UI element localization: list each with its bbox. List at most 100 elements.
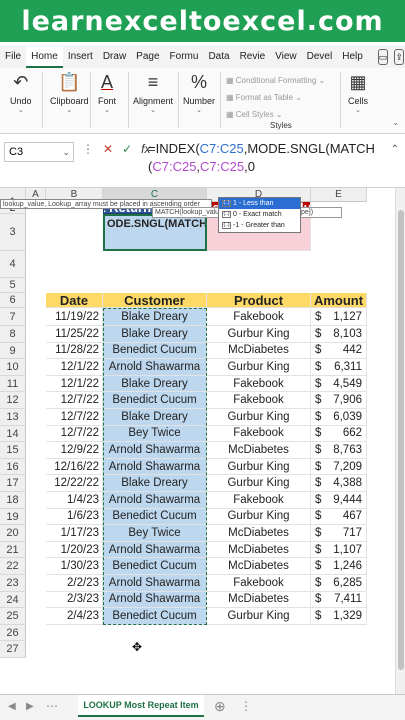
date-cell[interactable]: 11/25/22 (46, 326, 103, 343)
more-sheets-icon[interactable]: ⋮ (240, 699, 252, 713)
row-header[interactable]: 26 (0, 624, 26, 642)
amount-cell[interactable]: $6,039 (311, 409, 367, 426)
amount-cell[interactable]: $7,411 (311, 591, 367, 609)
amount-cell[interactable]: $442 (311, 342, 367, 360)
font-group[interactable]: A Font ⌄ (98, 70, 116, 114)
tab-data[interactable]: Data (203, 46, 234, 68)
product-cell[interactable]: Gurbur King (207, 326, 311, 343)
scrollbar-thumb[interactable] (398, 210, 404, 670)
row-header[interactable]: 4 (0, 251, 26, 278)
customer-cell[interactable]: Arnold Shawarma (103, 359, 207, 376)
cancel-icon[interactable]: ✕ (103, 142, 113, 156)
product-cell[interactable]: Gurbur King (207, 409, 311, 426)
clipboard-group[interactable]: 📋 Clipboard ⌄ (50, 70, 89, 114)
customer-cell[interactable]: Blake Dreary (103, 308, 207, 326)
customer-cell[interactable]: Benedict Cucum (103, 342, 207, 360)
prev-sheet-icon[interactable]: ◀ (8, 701, 16, 712)
date-cell[interactable]: 12/7/22 (46, 425, 103, 443)
formula-input[interactable]: =INDEX(C7:C25,MODE.SNGL(MATCH(C7:C25,C7:… (148, 140, 383, 176)
amount-cell[interactable]: $467 (311, 508, 367, 526)
sheet-tab[interactable]: LOOKUP Most Repeat Item (78, 695, 204, 717)
customer-cell[interactable]: Arnold Shawarma (103, 541, 207, 559)
tab-formu[interactable]: Formu (165, 46, 204, 68)
add-sheet-icon[interactable]: ⊕ (214, 698, 226, 715)
row-header[interactable]: 11 (0, 375, 26, 393)
customer-cell[interactable]: Bey Twice (103, 425, 207, 443)
ribbon-collapse-icon[interactable]: ⌄ (392, 118, 399, 127)
amount-cell[interactable]: $4,549 (311, 375, 367, 393)
spreadsheet-grid[interactable]: ABCDE12345678910111213141516171819202122… (0, 188, 395, 694)
conditional-formatting-button[interactable]: ▦ Conditional Formatting ⌄ (226, 72, 325, 89)
customer-cell[interactable]: Arnold Shawarma (103, 492, 207, 509)
date-cell[interactable]: 2/3/23 (46, 591, 103, 609)
amount-cell[interactable]: $1,246 (311, 558, 367, 575)
amount-cell[interactable]: $1,329 (311, 608, 367, 625)
customer-cell[interactable]: Blake Dreary (103, 326, 207, 343)
product-cell[interactable]: McDiabetes (207, 541, 311, 559)
enter-icon[interactable]: ✓ (122, 142, 132, 156)
customer-cell[interactable]: Blake Dreary (103, 475, 207, 492)
active-cell-c3[interactable]: ODE.SNGL(MATCH(C7:C25,C7:C25,0 (103, 214, 207, 251)
row-header[interactable]: 3 (0, 214, 26, 251)
amount-cell[interactable]: $7,209 (311, 458, 367, 476)
customer-cell[interactable]: Blake Dreary (103, 409, 207, 426)
product-cell[interactable]: McDiabetes (207, 442, 311, 459)
customer-cell[interactable]: Benedict Cucum (103, 558, 207, 575)
product-cell[interactable]: Fakebook (207, 492, 311, 509)
date-cell[interactable]: 12/1/22 (46, 375, 103, 393)
product-cell[interactable]: McDiabetes (207, 591, 311, 609)
row-header[interactable]: 14 (0, 425, 26, 443)
product-cell[interactable]: Gurbur King (207, 458, 311, 476)
customer-cell[interactable]: Blake Dreary (103, 375, 207, 393)
row-header[interactable]: 21 (0, 541, 26, 559)
product-cell[interactable]: Fakebook (207, 392, 311, 409)
row-header[interactable]: 23 (0, 575, 26, 592)
date-cell[interactable]: 11/28/22 (46, 342, 103, 360)
row-header[interactable]: 5 (0, 278, 26, 293)
row-header[interactable]: 22 (0, 558, 26, 575)
name-box[interactable]: C3 ⌄ (4, 142, 74, 162)
number-group[interactable]: % Number ⌄ (183, 70, 215, 114)
date-cell[interactable]: 1/6/23 (46, 508, 103, 526)
row-header[interactable]: 19 (0, 508, 26, 526)
customer-cell[interactable]: Arnold Shawarma (103, 458, 207, 476)
customer-cell[interactable]: Arnold Shawarma (103, 442, 207, 459)
amount-cell[interactable]: $4,388 (311, 475, 367, 492)
tab-help[interactable]: Help (337, 46, 368, 68)
tab-devel[interactable]: Devel (302, 46, 338, 68)
date-cell[interactable]: 1/4/23 (46, 492, 103, 509)
amount-cell[interactable]: $7,906 (311, 392, 367, 409)
tab-file[interactable]: File (0, 46, 26, 68)
amount-cell[interactable]: $6,311 (311, 359, 367, 376)
row-header[interactable]: 27 (0, 641, 26, 658)
tab-revie[interactable]: Revie (235, 46, 271, 68)
tab-page[interactable]: Page (131, 46, 164, 68)
customer-cell[interactable]: Arnold Shawarma (103, 575, 207, 592)
row-header[interactable]: 12 (0, 392, 26, 409)
row-header[interactable]: 15 (0, 442, 26, 459)
row-header[interactable]: 18 (0, 492, 26, 509)
date-cell[interactable]: 2/2/23 (46, 575, 103, 592)
product-cell[interactable]: McDiabetes (207, 558, 311, 575)
product-cell[interactable]: Fakebook (207, 308, 311, 326)
product-cell[interactable]: Gurbur King (207, 359, 311, 376)
product-cell[interactable]: McDiabetes (207, 342, 311, 360)
row-header[interactable]: 6 (0, 293, 26, 308)
format-as-table-button[interactable]: ▦ Format as Table ⌄ (226, 89, 325, 106)
row-header[interactable]: 13 (0, 409, 26, 426)
product-cell[interactable]: Gurbur King (207, 475, 311, 492)
amount-cell[interactable]: $6,285 (311, 575, 367, 592)
row-header[interactable]: 10 (0, 359, 26, 376)
column-header-e[interactable]: E (311, 188, 367, 202)
next-sheet-icon[interactable]: ▶ (26, 701, 34, 712)
product-cell[interactable]: Fakebook (207, 425, 311, 443)
date-cell[interactable]: 1/30/23 (46, 558, 103, 575)
share-icon[interactable]: ⇪ (394, 49, 404, 65)
more-sheets-icon[interactable]: ⋯ (46, 699, 58, 713)
amount-cell[interactable]: $9,444 (311, 492, 367, 509)
alignment-group[interactable]: ≡ Alignment ⌄ (133, 70, 173, 114)
tab-view[interactable]: View (270, 46, 302, 68)
customer-cell[interactable]: Benedict Cucum (103, 392, 207, 409)
amount-cell[interactable]: $8,763 (311, 442, 367, 459)
row-header[interactable]: 8 (0, 326, 26, 343)
